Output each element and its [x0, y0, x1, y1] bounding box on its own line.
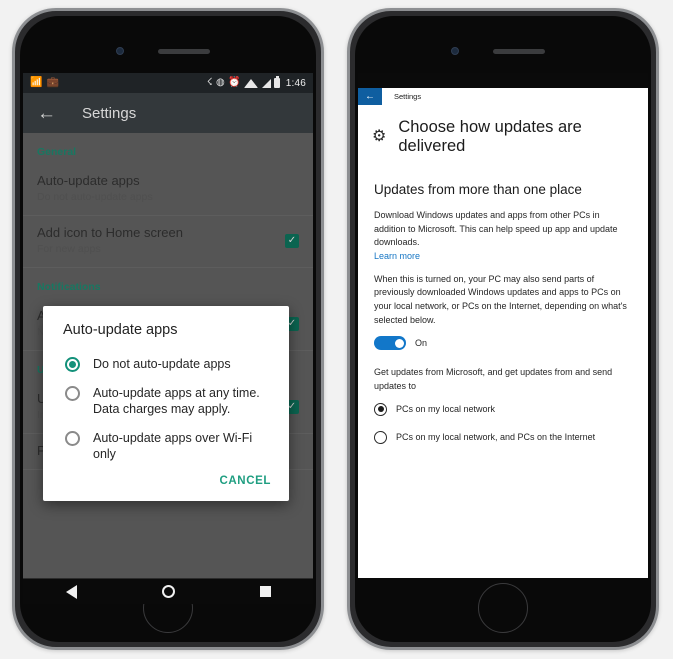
page-title: Choose how updates are delivered [398, 118, 582, 155]
radio-button-selected[interactable] [374, 402, 387, 416]
windows-phone-device: ← Settings ⚙ Choose how updates are deli… [347, 8, 659, 650]
toggle-state-label: On [415, 338, 428, 349]
briefcase-work-profile-icon: 💼 [46, 77, 59, 88]
android-app-bar: ← Settings [23, 93, 313, 133]
app-name-label: Settings [394, 92, 422, 101]
android-screen: 📶 💼 ☇ ◍ ⏰ 1:46 ← Settings General Auto-u… [23, 73, 313, 578]
cast-screen-icon: 📶 [30, 77, 43, 88]
auto-update-apps-dialog: Auto-update apps Do not auto-update apps… [43, 306, 289, 501]
android-status-bar: 📶 💼 ☇ ◍ ⏰ 1:46 [23, 73, 313, 93]
learn-more-link[interactable]: Learn more [374, 251, 420, 261]
front-camera-icon [451, 47, 459, 55]
wifi-icon [244, 78, 259, 88]
status-right-icons: ☇ ◍ ⏰ 1:46 [206, 76, 306, 89]
back-arrow-icon: ← [365, 90, 375, 102]
dialog-option-any-time[interactable]: Auto-update apps at any time. Data charg… [43, 379, 289, 424]
front-camera-icon [116, 47, 124, 55]
dialog-actions: CANCEL [43, 469, 289, 495]
radio-group-intro: Get updates from Microsoft, and get upda… [374, 367, 613, 392]
option-label: Auto-update apps over Wi-Fi only [93, 430, 253, 462]
radio-button[interactable] [65, 385, 80, 401]
description-paragraph-1: Download Windows updates and apps from o… [374, 209, 632, 264]
radio-button[interactable] [65, 430, 80, 446]
delivery-optimization-toggle-row: On [374, 336, 632, 351]
option-label: Auto-update apps at any time. Data charg… [93, 385, 260, 417]
windows-settings-page: ← Settings ⚙ Choose how updates are deli… [358, 88, 648, 578]
home-button[interactable] [478, 583, 528, 633]
alarm-icon: ⏰ [228, 77, 241, 88]
dialog-title: Auto-update apps [63, 322, 178, 338]
radio-option-label: PCs on my local network [396, 404, 496, 415]
earpiece-speaker [493, 49, 545, 54]
android-settings-list[interactable]: General Auto-update apps Do not auto-upd… [23, 133, 313, 578]
back-button[interactable]: ← [358, 88, 382, 105]
vibrate-icon: ◍ [216, 77, 225, 88]
android-navigation-bar [23, 578, 313, 604]
nav-recents-icon[interactable] [259, 586, 271, 597]
gear-icon: ⚙ [372, 128, 387, 145]
paragraph-1-text: Download Windows updates and apps from o… [374, 210, 618, 248]
radio-option-local-network[interactable]: PCs on my local network [374, 402, 632, 416]
earpiece-speaker [158, 49, 210, 54]
screenshot-canvas: 📶 💼 ☇ ◍ ⏰ 1:46 ← Settings General Auto-u… [0, 0, 673, 659]
dialog-option-do-not-auto-update[interactable]: Do not auto-update apps [43, 350, 289, 379]
radio-option-label: PCs on my local network, and PCs on the … [396, 432, 596, 443]
bluetooth-icon: ☇ [206, 77, 213, 88]
nav-home-icon[interactable] [161, 585, 175, 598]
back-arrow-icon[interactable]: ← [37, 104, 56, 123]
windows-screen: ← Settings ⚙ Choose how updates are deli… [358, 73, 648, 578]
windows-page-header: ⚙ Choose how updates are delivered [358, 105, 648, 156]
windows-page-body: Updates from more than one place Downloa… [358, 156, 648, 444]
description-paragraph-2: When this is turned on, your PC may also… [374, 273, 627, 325]
cancel-button[interactable]: CANCEL [219, 475, 271, 487]
nav-back-icon[interactable] [65, 584, 77, 599]
dialog-option-wifi-only[interactable]: Auto-update apps over Wi-Fi only [43, 424, 289, 469]
windows-title-bar: ← Settings [358, 88, 648, 105]
status-left-icons: 📶 💼 [30, 78, 59, 88]
radio-option-local-and-internet[interactable]: PCs on my local network, and PCs on the … [374, 430, 632, 444]
cellular-signal-icon [261, 78, 271, 88]
radio-button-selected[interactable] [65, 357, 80, 372]
page-title: Settings [82, 104, 137, 122]
android-phone-device: 📶 💼 ☇ ◍ ⏰ 1:46 ← Settings General Auto-u… [12, 8, 324, 650]
delivery-optimization-toggle[interactable] [374, 336, 406, 351]
radio-button[interactable] [374, 430, 387, 444]
battery-icon [274, 76, 281, 88]
option-label: Do not auto-update apps [93, 357, 231, 371]
section-title: Updates from more than one place [374, 182, 582, 197]
status-clock: 1:46 [285, 77, 306, 89]
